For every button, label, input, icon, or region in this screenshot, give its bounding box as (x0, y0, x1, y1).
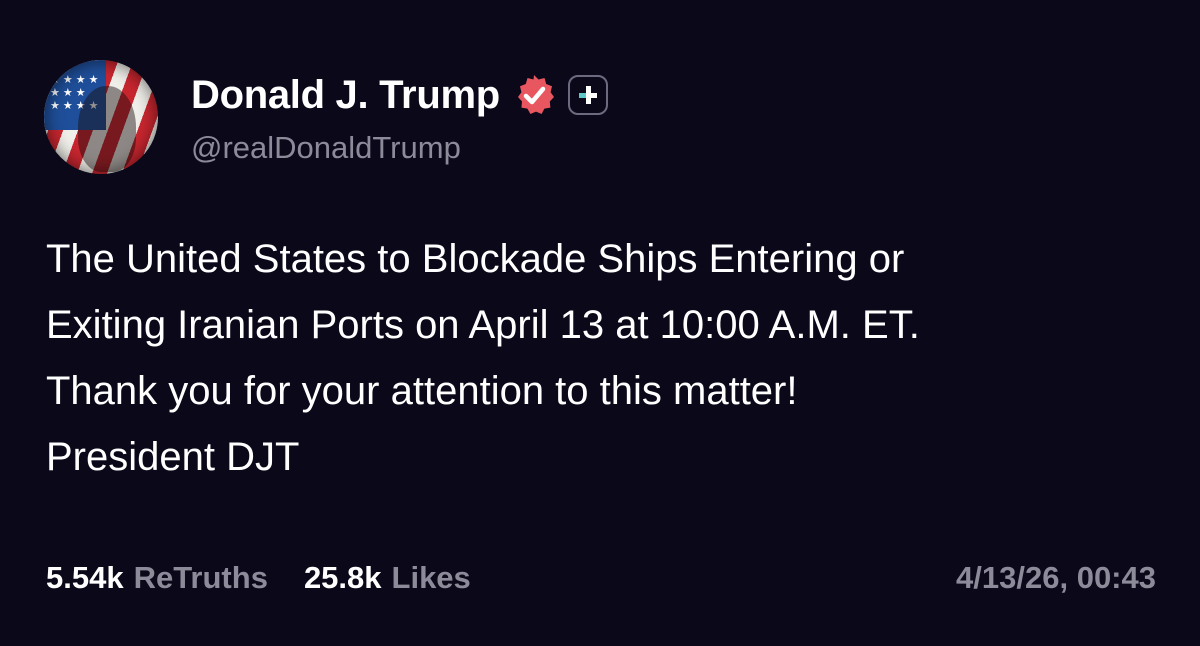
post-body: The United States to Blockade Ships Ente… (46, 226, 1166, 490)
likes-stat[interactable]: 25.8k Likes (304, 560, 471, 596)
truth-post-card: ★★★★ ★★★ ★★★★ Donald J. Trump @realDonal… (0, 0, 1200, 646)
author-handle[interactable]: @realDonaldTrump (191, 130, 461, 166)
retruths-stat[interactable]: 5.54k ReTruths (46, 560, 268, 596)
author-avatar[interactable]: ★★★★ ★★★ ★★★★ (44, 60, 158, 174)
likes-count: 25.8k (303, 560, 382, 595)
post-line: Thank you for your attention to this mat… (46, 369, 798, 413)
author-display-name[interactable]: Donald J. Trump (191, 73, 500, 118)
post-line: The United States to Blockade Ships Ente… (46, 237, 905, 281)
verified-badge-icon (517, 75, 554, 114)
post-line: President DJT (46, 435, 300, 479)
post-timestamp: 4/13/26, 00:43 (956, 560, 1156, 595)
author-name-row: Donald J. Trump (191, 70, 608, 120)
retruths-label: ReTruths (133, 560, 268, 595)
plus-badge-icon[interactable] (567, 75, 608, 115)
plus-icon (578, 86, 597, 104)
post-line: Exiting Iranian Ports on April 13 at 10:… (46, 303, 920, 347)
retruths-count: 5.54k (46, 560, 124, 595)
avatar-shade (44, 60, 158, 174)
likes-label: Likes (391, 560, 471, 595)
post-stats-bar: 5.54k ReTruths 25.8k Likes 4/13/26, 00:4… (46, 556, 1156, 600)
